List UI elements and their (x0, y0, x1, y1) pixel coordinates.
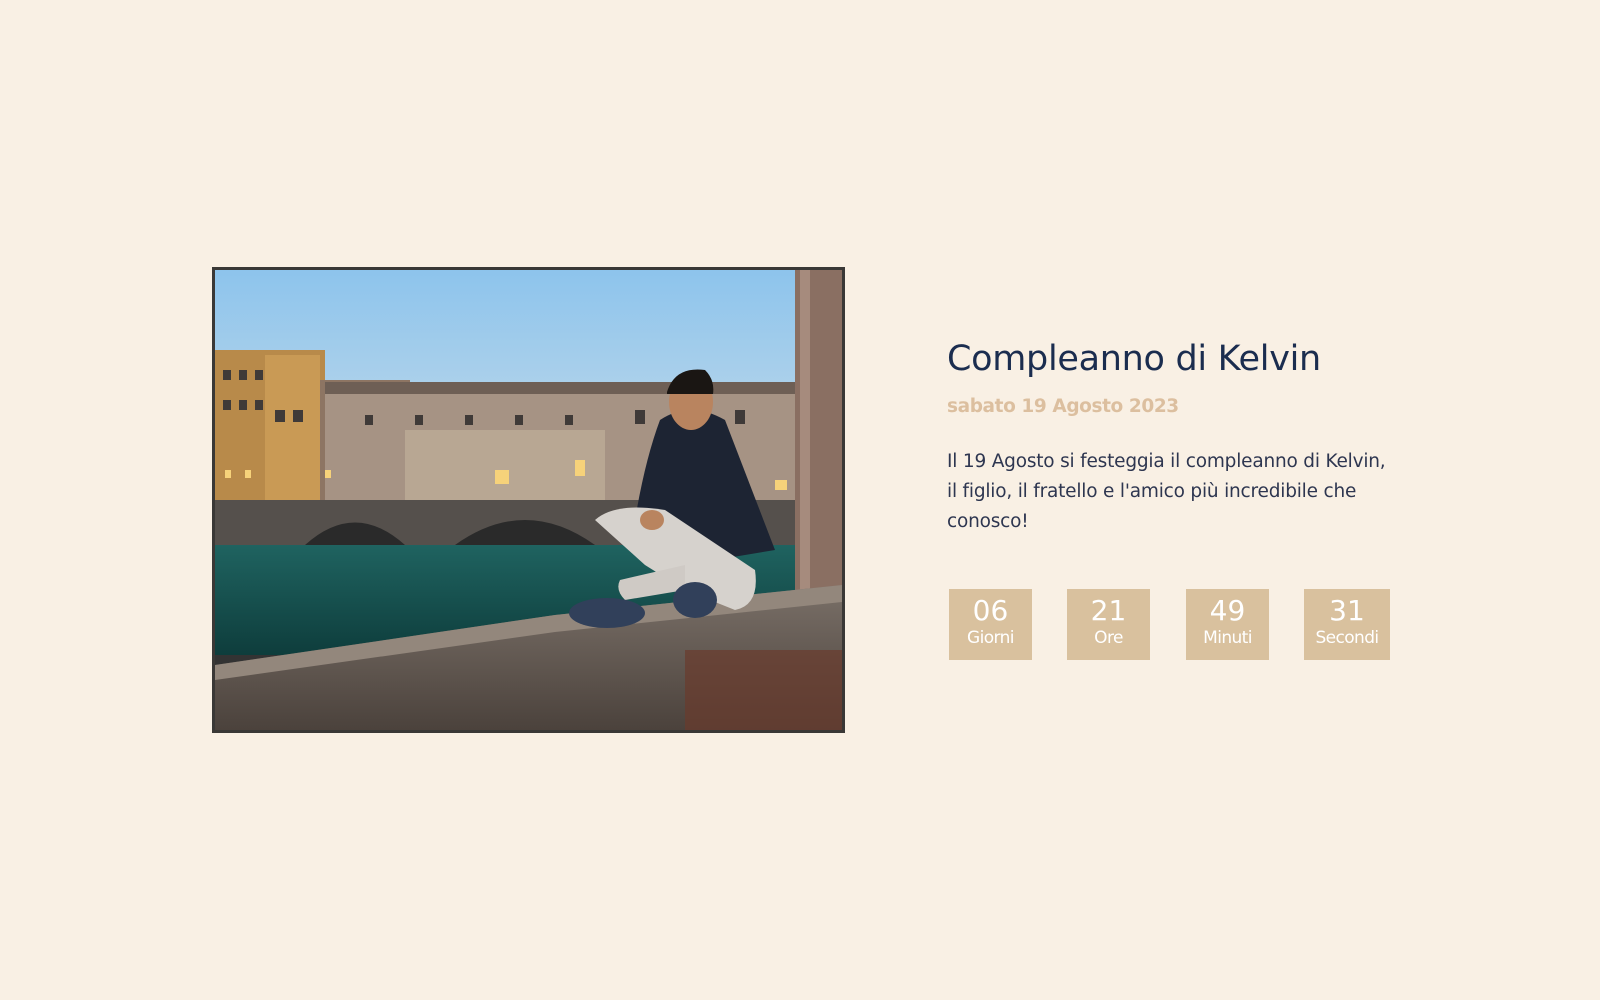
event-description: Il 19 Agosto si festeggia il compleanno … (947, 451, 1386, 532)
countdown-hours-value: 21 (1090, 594, 1127, 627)
countdown-minutes: 49 Minuti (1186, 589, 1269, 660)
countdown-minutes-label: Minuti (1203, 628, 1252, 648)
event-title: Compleanno di Kelvin (947, 339, 1321, 379)
countdown-hours: 21 Ore (1067, 589, 1150, 660)
countdown-days: 06 Giorni (949, 589, 1032, 660)
event-details: Compleanno di Kelvin sabato 19 Agosto 20… (947, 332, 1397, 537)
countdown-hours-label: Ore (1094, 628, 1123, 648)
countdown-seconds-label: Secondi (1315, 628, 1379, 648)
countdown-seconds: 31 Secondi (1304, 589, 1390, 660)
countdown-minutes-value: 49 (1209, 594, 1246, 627)
event-date: sabato 19 Agosto 2023 (947, 396, 1179, 417)
countdown-days-label: Giorni (967, 628, 1014, 648)
page: Compleanno di Kelvin sabato 19 Agosto 20… (0, 0, 1600, 1000)
countdown: 06 Giorni 21 Ore 49 Minuti 31 Secondi (949, 589, 1390, 660)
photo-illustration (215, 270, 842, 730)
countdown-seconds-value: 31 (1329, 594, 1365, 627)
countdown-days-value: 06 (972, 594, 1009, 627)
event-photo (212, 267, 845, 733)
